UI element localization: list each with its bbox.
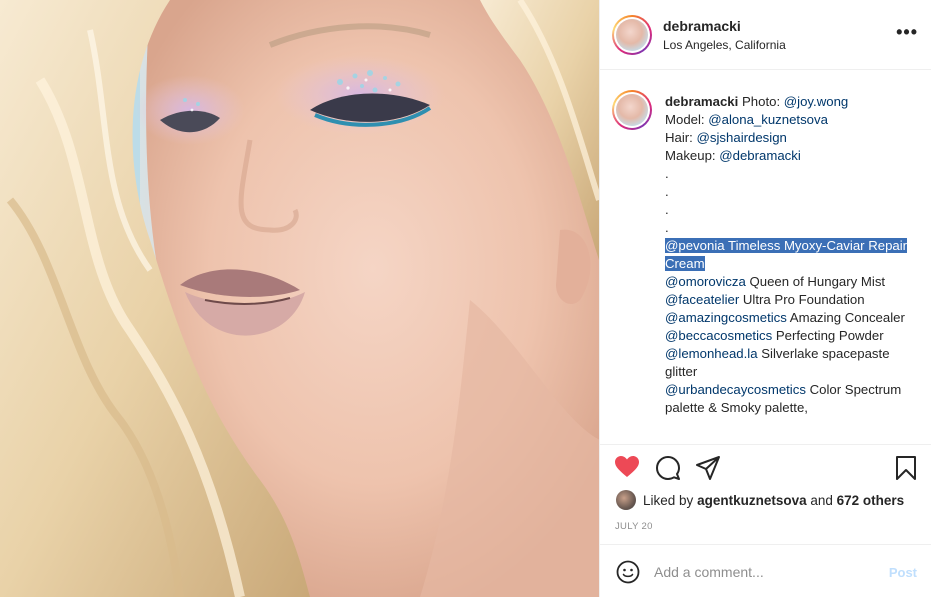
mention-link[interactable]: @lemonhead.la — [665, 346, 758, 361]
mention-link[interactable]: @joy.wong — [784, 94, 848, 109]
caption-model-label: Model: — [665, 112, 709, 127]
mention-link[interactable]: @debramacki — [719, 148, 801, 163]
comment-input[interactable] — [654, 560, 884, 584]
product-text: Ultra Pro Foundation — [739, 292, 865, 307]
likes-summary: Liked by agentkuznetsova and 672 others — [616, 490, 904, 510]
caption-makeup-label: Makeup: — [665, 148, 720, 163]
more-options-icon[interactable]: ••• — [896, 22, 918, 43]
liker-username[interactable]: agentkuznetsova — [697, 493, 807, 508]
likes-count[interactable]: 672 others — [837, 493, 905, 508]
caption-dot: . — [665, 220, 669, 235]
emoji-icon[interactable] — [616, 560, 640, 589]
share-icon[interactable] — [695, 455, 721, 486]
post-date[interactable]: JULY 20 — [615, 521, 653, 532]
caption-hair-label: Hair: — [665, 130, 697, 145]
mention-link[interactable]: @sjshairdesign — [697, 130, 787, 145]
caption-photo-label: Photo: — [741, 94, 784, 109]
likes-middle: and — [810, 492, 833, 508]
comment-bar: Post — [600, 544, 931, 597]
mention-link[interactable]: @faceatelier — [665, 292, 739, 307]
action-bar — [600, 444, 931, 492]
likes-prefix: Liked by — [643, 492, 694, 508]
mention-link[interactable]: @urbandecaycosmetics — [665, 382, 806, 397]
post-photo[interactable] — [0, 0, 599, 597]
caption-dot: . — [665, 184, 669, 199]
liker-avatar[interactable] — [616, 490, 636, 510]
author-username[interactable]: debramacki — [663, 18, 741, 34]
post-location[interactable]: Los Angeles, California — [663, 38, 786, 52]
caption-avatar[interactable] — [612, 90, 652, 130]
product-text: Queen of Hungary Mist — [745, 274, 886, 289]
comment-icon[interactable] — [655, 455, 681, 486]
caption-username[interactable]: debramacki — [665, 94, 738, 109]
product-text: Perfecting Powder — [772, 328, 884, 343]
product-text: Amazing Concealer — [786, 310, 905, 325]
post-header: debramacki Los Angeles, California ••• — [600, 0, 931, 70]
caption-text: debramacki Photo: @joy.wong Model: @alon… — [665, 93, 915, 417]
post-comment-button[interactable]: Post — [889, 565, 917, 580]
mention-link[interactable]: @alona_kuznetsova — [708, 112, 828, 127]
mention-link[interactable]: @amazingcosmetics — [665, 310, 787, 325]
author-avatar[interactable] — [612, 15, 652, 55]
mention-link[interactable]: @beccacosmetics — [665, 328, 772, 343]
bookmark-icon[interactable] — [895, 455, 917, 486]
mention-link[interactable]: @omorovicza — [665, 274, 746, 289]
caption-dot: . — [665, 202, 669, 217]
post-side-panel: debramacki Los Angeles, California ••• d… — [599, 0, 931, 597]
mention-link[interactable]: @pevonia — [665, 238, 725, 253]
caption-dot: . — [665, 166, 669, 181]
post-photo-illustration — [0, 0, 599, 597]
caption-area: debramacki Photo: @joy.wong Model: @alon… — [600, 71, 931, 443]
heart-icon[interactable] — [614, 455, 640, 484]
